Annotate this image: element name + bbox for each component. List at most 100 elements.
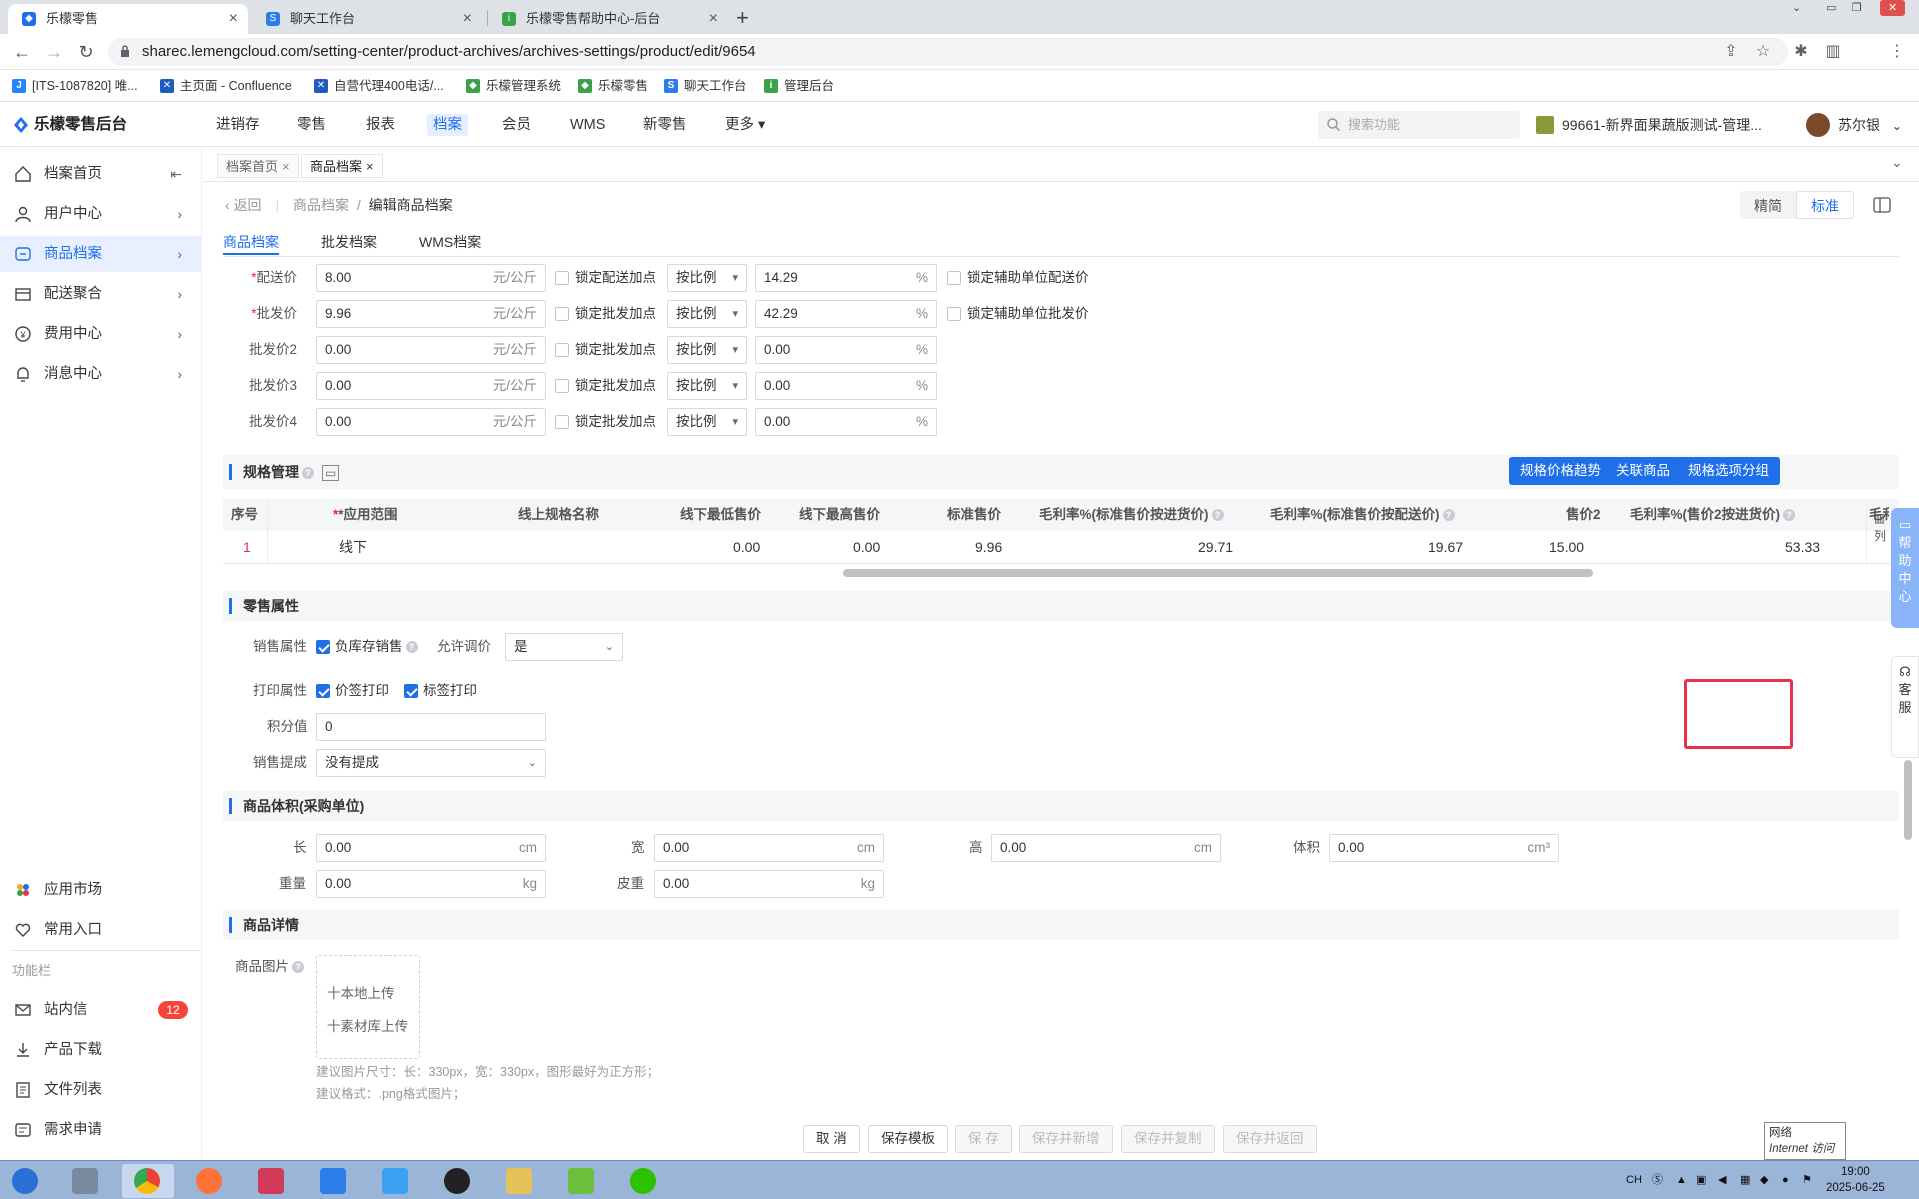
taskbar-clock[interactable]: 19:00 2025-06-25 xyxy=(1826,1164,1885,1196)
markup-mode-select[interactable]: 按比例 ▾ xyxy=(667,264,747,292)
tray-flag-icon[interactable]: ⚑ xyxy=(1802,1161,1812,1199)
lock-markup-checkbox[interactable] xyxy=(555,415,569,429)
row-std-price[interactable]: 9.96 xyxy=(975,531,1002,563)
length-input[interactable]: 0.00 cm xyxy=(316,834,546,862)
sidebar-item-inbox[interactable]: 站内信 12 xyxy=(0,992,202,1028)
save-template-button[interactable]: 保存模板 xyxy=(868,1125,948,1153)
width-input[interactable]: 0.00 cm xyxy=(654,834,884,862)
chevron-down-icon[interactable]: ⌄ xyxy=(1891,154,1903,171)
sidebar-item-favorites[interactable]: 常用入口 xyxy=(0,912,202,948)
taskbar-calculator[interactable] xyxy=(60,1164,112,1198)
browser-tab-chat[interactable]: S 聊天工作台 × xyxy=(252,4,482,34)
related-products-button[interactable]: 关联商品 xyxy=(1605,457,1681,485)
nav-huiyuan[interactable]: 会员 xyxy=(502,103,531,147)
tray-qq-icon[interactable]: ● xyxy=(1782,1161,1789,1199)
markup-pct-input[interactable]: 0.00% xyxy=(755,336,937,364)
bookmark-item[interactable]: ✕ 主页面 - Confluence xyxy=(160,70,292,102)
taskbar-explorer[interactable] xyxy=(494,1164,546,1198)
save-and-new-button[interactable]: 保存并新增 xyxy=(1019,1125,1113,1153)
close-tab-icon[interactable]: × xyxy=(229,4,238,34)
sidebar-item-app-market[interactable]: 应用市场 xyxy=(0,872,202,908)
close-tab-icon[interactable]: × xyxy=(709,4,718,34)
close-icon[interactable]: × xyxy=(366,159,374,174)
bookmark-item[interactable]: ◆ 乐檬零售 xyxy=(578,70,648,102)
volume-input[interactable]: 0.00 cm³ xyxy=(1329,834,1559,862)
bookmark-item[interactable]: i 管理后台 xyxy=(764,70,834,102)
price-input[interactable]: 0.00 元/公斤 xyxy=(316,372,546,400)
sidebar-item-product-archive[interactable]: 商品档案 › xyxy=(0,236,202,272)
page-tab-archive-home[interactable]: 档案首页 × xyxy=(217,154,299,178)
back-link[interactable]: ‹ 返回 xyxy=(225,197,262,213)
taskbar-wechat[interactable] xyxy=(618,1164,670,1198)
store-selector[interactable]: 99661-新界面果蔬版测试-管理... xyxy=(1536,114,1762,136)
collapse-sidebar-icon[interactable]: ⇤ xyxy=(170,156,182,192)
close-icon[interactable]: × xyxy=(282,159,290,174)
close-window-icon[interactable]: ✕ xyxy=(1880,0,1906,16)
tab-wholesale-archive[interactable]: 批发档案 xyxy=(321,231,377,253)
taskbar-lemeng[interactable] xyxy=(556,1164,608,1198)
user-menu[interactable]: 苏尔银 ⌄ xyxy=(1806,112,1902,139)
sidepanel-icon[interactable]: ▥ xyxy=(1822,41,1844,63)
nav-baobiao[interactable]: 报表 xyxy=(366,103,395,147)
help-center-float[interactable]: ▭ 帮助中心 xyxy=(1891,508,1919,628)
start-button[interactable] xyxy=(0,1164,52,1198)
spec-price-trend-button[interactable]: 规格价格趋势 xyxy=(1509,457,1612,485)
extensions-icon[interactable]: ✱ xyxy=(1790,41,1812,63)
weight-input[interactable]: 0.00 kg xyxy=(316,870,546,898)
save-and-copy-button[interactable]: 保存并复制 xyxy=(1121,1125,1215,1153)
restore-icon[interactable]: ❐ xyxy=(1852,0,1862,16)
sidebar-item-message-center[interactable]: 消息中心 › xyxy=(0,356,202,392)
app-logo[interactable]: 乐檬零售后台 xyxy=(14,114,127,136)
vertical-scrollbar[interactable] xyxy=(1904,760,1912,840)
lock-markup-checkbox[interactable] xyxy=(555,379,569,393)
markup-mode-select[interactable]: 按比例 ▾ xyxy=(667,336,747,364)
customer-service-float[interactable]: ☊ 客服 xyxy=(1891,656,1919,758)
forward-arrow-icon[interactable]: → xyxy=(42,40,66,64)
network-icon[interactable]: ▦ xyxy=(1740,1161,1750,1199)
cancel-button[interactable]: 取 消 xyxy=(803,1125,860,1153)
price-tag-print-checkbox[interactable] xyxy=(316,684,330,698)
markup-pct-input[interactable]: 0.00% xyxy=(755,372,937,400)
allow-adjust-select[interactable]: 是 ⌄ xyxy=(505,633,623,661)
sidebar-item-file-list[interactable]: 文件列表 xyxy=(0,1072,202,1108)
tare-input[interactable]: 0.00 kg xyxy=(654,870,884,898)
tab-wms-archive[interactable]: WMS档案 xyxy=(419,231,481,253)
markup-mode-select[interactable]: 按比例 ▾ xyxy=(667,300,747,328)
breadcrumb-parent[interactable]: 商品档案 xyxy=(293,197,349,213)
nav-more[interactable]: 更多 ▾ xyxy=(725,103,765,147)
sogou-icon[interactable]: Ⓢ xyxy=(1652,1161,1663,1199)
horizontal-scrollbar[interactable] xyxy=(843,569,1593,577)
ime-indicator[interactable]: CH xyxy=(1626,1161,1642,1199)
nav-wms[interactable]: WMS xyxy=(570,103,605,147)
bookmark-star-icon[interactable]: ☆ xyxy=(1752,41,1774,63)
bookmark-item[interactable]: S 聊天工作台 xyxy=(664,70,747,102)
sidebar-item-archive-home[interactable]: 档案首页 ⇤ xyxy=(0,156,202,192)
url-field[interactable]: sharec.lemengcloud.com/setting-center/pr… xyxy=(108,38,1788,66)
upload-library-button[interactable]: 十素材库上传 xyxy=(327,1015,408,1035)
lock-aux-checkbox[interactable] xyxy=(947,271,961,285)
sidebar-item-downloads[interactable]: 产品下载 xyxy=(0,1032,202,1068)
volume-icon[interactable]: ◀ xyxy=(1718,1161,1726,1199)
lock-markup-checkbox[interactable] xyxy=(555,307,569,321)
upload-local-button[interactable]: 十本地上传 xyxy=(327,982,395,1002)
lock-markup-checkbox[interactable] xyxy=(555,343,569,357)
share-icon[interactable]: ⇪ xyxy=(1720,41,1742,63)
tray-app2-icon[interactable]: ◆ xyxy=(1760,1161,1768,1199)
view-simple-button[interactable]: 精简 xyxy=(1740,192,1796,220)
markup-pct-input[interactable]: 14.29% xyxy=(755,264,937,292)
view-standard-button[interactable]: 标准 xyxy=(1796,191,1854,219)
points-input[interactable]: 0 xyxy=(316,713,546,741)
markup-mode-select[interactable]: 按比例 ▾ xyxy=(667,372,747,400)
tab-search-icon[interactable]: ⌄ xyxy=(1792,0,1801,16)
markup-pct-input[interactable]: 0.00% xyxy=(755,408,937,436)
bookmark-item[interactable]: ◆ 乐檬管理系统 xyxy=(466,70,561,102)
label-print-checkbox[interactable] xyxy=(404,684,418,698)
row-max-price[interactable]: 0.00 xyxy=(853,531,880,563)
nav-dangan[interactable]: 档案 xyxy=(427,103,468,147)
nav-jinxiaocun[interactable]: 进销存 xyxy=(216,103,260,147)
taskbar-qq[interactable] xyxy=(432,1164,484,1198)
sidebar-item-fee-center[interactable]: ¥ 费用中心 › xyxy=(0,316,202,352)
row-min-price[interactable]: 0.00 xyxy=(733,531,760,563)
markup-mode-select[interactable]: 按比例 ▾ xyxy=(667,408,747,436)
nav-lingshou[interactable]: 零售 xyxy=(297,103,326,147)
